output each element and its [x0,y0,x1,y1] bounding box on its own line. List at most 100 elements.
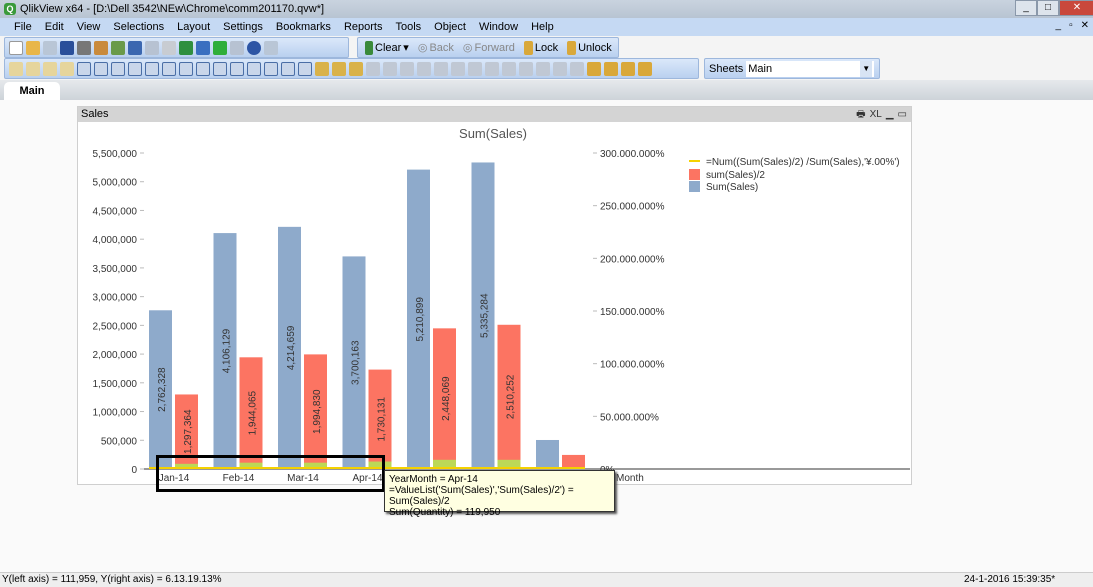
sheets-dropdown[interactable]: Main ▼ [746,60,875,77]
design-tool-icon[interactable] [26,61,40,76]
design-tool-icon[interactable] [9,61,23,76]
design-tool-icon[interactable] [502,61,516,76]
help-icon[interactable] [247,40,261,55]
menu-help[interactable]: Help [531,21,554,33]
design-tool-icon[interactable] [77,61,91,76]
status-axis-readout: Y(left axis) = 111,959, Y(right axis) = … [2,574,222,585]
minimize-window-button[interactable]: _ [1015,0,1037,16]
design-tool-icon[interactable] [434,61,448,76]
doc-minimize-button[interactable]: _ [1056,20,1062,31]
chevron-down-icon: ▼ [860,60,873,77]
design-tool-icon[interactable] [400,61,414,76]
navigation-toolbar: Clear ▾ ◎ Back ◎ Forward Lock Unlock [357,37,619,58]
select-fields-icon[interactable] [179,40,193,55]
forward-button[interactable]: ◎ Forward [463,41,515,55]
design-tool-icon[interactable] [638,61,652,76]
design-tool-icon[interactable] [553,61,567,76]
minimize-icon[interactable]: ▁ [886,107,894,122]
bookmark-star-icon[interactable] [213,40,227,55]
document-window-controls: _ ▫ ✕ [1056,20,1090,31]
design-tool-icon[interactable] [383,61,397,76]
caption-title: Sales [81,108,109,120]
doc-close-button[interactable]: ✕ [1081,20,1089,31]
edit-icon[interactable] [230,40,244,55]
menu-reports[interactable]: Reports [344,21,383,33]
back-button[interactable]: ◎ Back [418,41,454,55]
menu-edit[interactable]: Edit [45,21,64,33]
menu-settings[interactable]: Settings [223,21,263,33]
clear-icon [365,40,373,55]
design-tool-icon[interactable] [417,61,431,76]
design-tool-icon[interactable] [468,61,482,76]
design-tool-icon[interactable] [60,61,74,76]
title-bar: Q QlikView x64 - [D:\Dell 3542\NEw\Chrom… [0,0,1093,18]
design-tool-icon[interactable] [451,61,465,76]
tab-main[interactable]: Main [4,82,60,101]
reload-data-icon[interactable] [111,40,125,55]
menu-object[interactable]: Object [434,21,466,33]
design-tool-icon[interactable] [247,61,261,76]
reload-icon[interactable] [43,40,57,55]
status-timestamp: 24-1-2016 15:39:35* [964,574,1056,585]
chart-wizard-icon[interactable] [196,40,210,55]
save-icon[interactable] [60,40,74,55]
lock-icon [523,40,533,55]
design-tool-icon[interactable] [213,61,227,76]
design-tool-icon[interactable] [145,61,159,76]
design-tool-icon[interactable] [315,61,329,76]
undo-icon[interactable] [128,40,142,55]
maximize-icon[interactable]: ▭ [898,107,907,122]
chart-tooltip: YearMonth = Apr-14 =ValueList('Sum(Sales… [384,470,615,518]
lock-button[interactable]: Lock [523,40,558,55]
open-icon[interactable] [26,40,40,55]
design-tool-icon[interactable] [264,61,278,76]
menu-file[interactable]: File [14,21,32,33]
design-tool-icon[interactable] [298,61,312,76]
design-tool-icon[interactable] [94,61,108,76]
print-icon[interactable] [77,40,91,55]
design-tool-icon[interactable] [536,61,550,76]
design-tool-icon[interactable] [162,61,176,76]
unlock-button[interactable]: Unlock [567,40,612,55]
object-caption: Sales 🖶 XL ▁ ▭ [78,107,911,122]
menu-window[interactable]: Window [479,21,518,33]
doc-restore-button[interactable]: ▫ [1069,20,1073,31]
design-tool-icon[interactable] [519,61,533,76]
design-tool-icon[interactable] [230,61,244,76]
print-icon[interactable]: 🖶 [856,107,865,122]
context-help-icon[interactable] [264,40,278,55]
new-icon[interactable] [9,40,23,55]
design-tool-icon[interactable] [332,61,346,76]
edit-script-icon[interactable] [94,40,108,55]
tooltip-line: =ValueList('Sum(Sales)','Sum(Sales)/2') … [389,485,574,507]
design-tool-icon[interactable] [485,61,499,76]
close-window-button[interactable]: ✕ [1059,0,1093,16]
design-tool-icon[interactable] [366,61,380,76]
search-icon[interactable] [162,40,176,55]
menu-bookmarks[interactable]: Bookmarks [276,21,331,33]
design-tool-icon[interactable] [587,61,601,76]
sales-chart-object[interactable]: Sales 🖶 XL ▁ ▭ [77,106,912,485]
maximize-window-button[interactable]: □ [1037,0,1059,16]
menu-tools[interactable]: Tools [395,21,421,33]
design-tool-icon[interactable] [128,61,142,76]
qlikview-logo-icon: Q [4,3,16,15]
menu-selections[interactable]: Selections [113,21,164,33]
clear-button[interactable]: Clear ▾ [365,40,409,55]
design-tool-icon[interactable] [570,61,584,76]
design-tool-icon[interactable] [621,61,635,76]
design-tool-icon[interactable] [349,61,363,76]
design-tool-icon[interactable] [604,61,618,76]
design-toolbar: document.write(Array.from({length:38},(_… [4,58,699,79]
design-tool-icon[interactable] [196,61,210,76]
design-tool-icon[interactable] [111,61,125,76]
tooltip-line: Sum(Quantity) = 119,950 [389,507,501,518]
design-tool-icon[interactable] [43,61,57,76]
design-tool-icon[interactable] [179,61,193,76]
menu-view[interactable]: View [77,21,101,33]
sheets-toolbar: Sheets Main ▼ [704,58,880,79]
menu-layout[interactable]: Layout [177,21,210,33]
xl-icon[interactable]: XL [870,107,882,122]
redo-icon[interactable] [145,40,159,55]
design-tool-icon[interactable] [281,61,295,76]
